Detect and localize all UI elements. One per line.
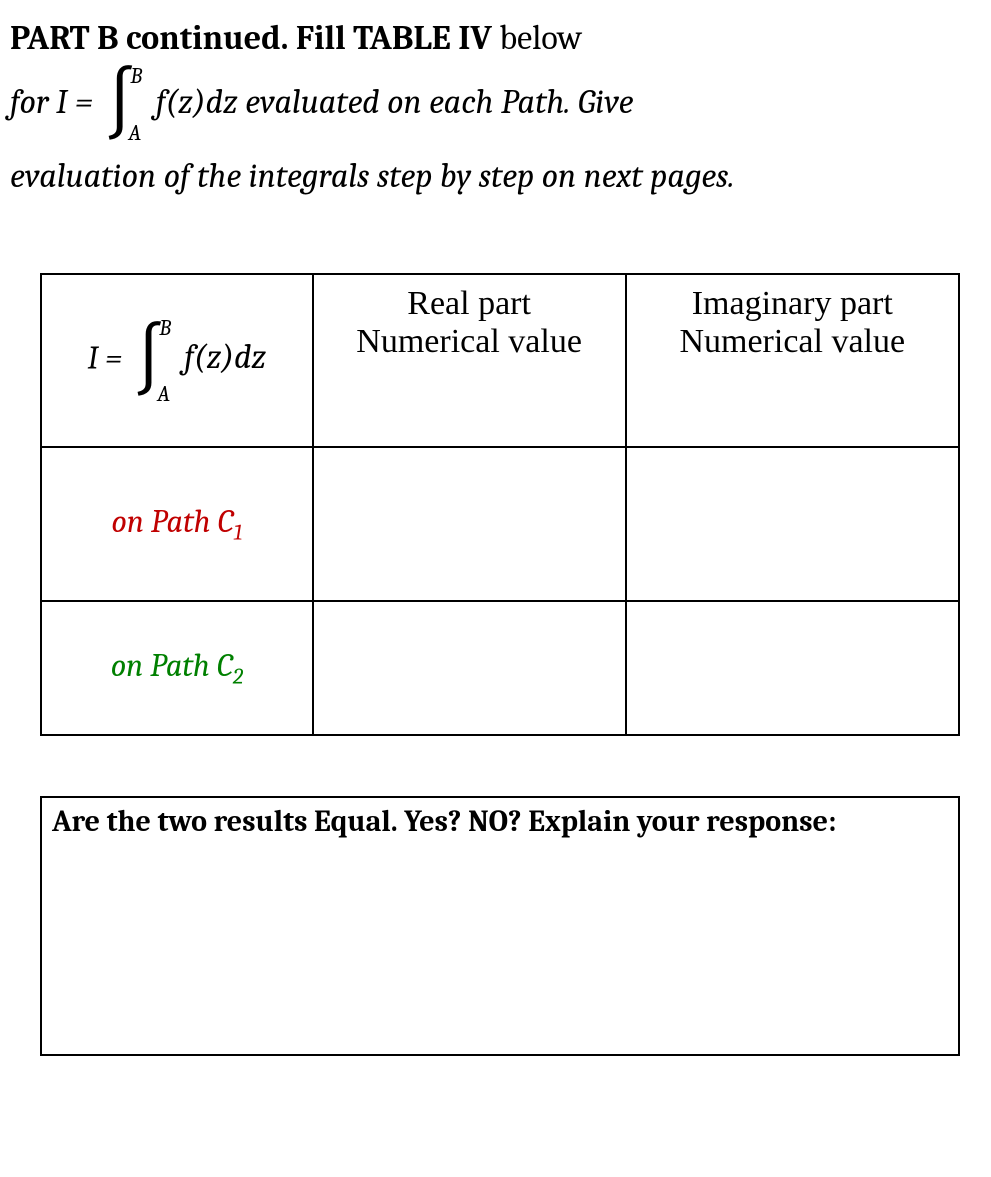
path-c2-label: on Path C2 xyxy=(111,647,243,684)
integral-expression: ∫ B A f(z)dz xyxy=(100,65,237,145)
integral-sign-icon: ∫ B A xyxy=(100,65,140,145)
explain-question: Are the two results Equal. Yes? NO? xyxy=(52,804,522,839)
path-c2-text: on Path C xyxy=(111,647,233,684)
integral-lower-limit: A xyxy=(128,116,141,151)
real-part-label-1: Real part xyxy=(315,285,624,323)
path-c1-label-cell: on Path C1 xyxy=(41,447,313,601)
heading-tail: below xyxy=(492,18,582,58)
table-header-row: I = ∫ B A f(z)dz Real part Numerical val… xyxy=(41,274,959,447)
header-I-equals: I = xyxy=(88,339,130,376)
table-header-imag: Imaginary part Numerical value xyxy=(626,274,959,447)
path-c2-label-cell: on Path C2 xyxy=(41,601,313,735)
table-iv: I = ∫ B A f(z)dz Real part Numerical val… xyxy=(40,273,960,736)
instr-eq: = xyxy=(67,82,100,122)
instruction-block: for I = ∫ B A f(z)dz evaluated on each P… xyxy=(10,65,981,203)
imag-part-label-1: Imaginary part xyxy=(628,285,957,323)
heading-bold: PART B continued. Fill TABLE IV xyxy=(10,18,492,58)
integral-lower-limit: A xyxy=(157,381,170,407)
explain-instruction: Explain your response: xyxy=(522,804,837,839)
integrand: f(z)dz xyxy=(156,82,238,122)
table-header-cell-integral: I = ∫ B A f(z)dz xyxy=(41,274,313,447)
instruction-line-1: for I = ∫ B A f(z)dz evaluated on each P… xyxy=(10,65,981,145)
path-c2-real-cell[interactable] xyxy=(313,601,626,735)
path-c1-text: on Path C xyxy=(111,503,233,540)
path-c2-sub: 2 xyxy=(233,663,243,689)
integral-upper-limit: B xyxy=(130,59,142,94)
integral-sign-icon: ∫ B A xyxy=(129,321,169,401)
imag-part-label-2: Numerical value xyxy=(628,323,957,361)
table-header-real: Real part Numerical value xyxy=(313,274,626,447)
table-row: on Path C2 xyxy=(41,601,959,735)
integral-upper-limit: B xyxy=(159,315,171,341)
explain-prompt: Are the two results Equal. Yes? NO? Expl… xyxy=(52,804,948,839)
path-c1-real-cell[interactable] xyxy=(313,447,626,601)
instruction-line-2: evaluation of the integrals step by step… xyxy=(10,149,981,203)
path-c2-imag-cell[interactable] xyxy=(626,601,959,735)
path-c1-label: on Path C1 xyxy=(111,503,242,540)
table-row: on Path C1 xyxy=(41,447,959,601)
header-integrand: f(z)dz xyxy=(184,337,266,377)
path-c1-imag-cell[interactable] xyxy=(626,447,959,601)
real-part-label-2: Numerical value xyxy=(315,323,624,361)
instr-for: for I xyxy=(10,82,67,122)
section-heading: PART B continued. Fill TABLE IV below xyxy=(10,18,981,59)
instr-post: evaluated on each Path. Give xyxy=(245,82,633,122)
explain-box[interactable]: Are the two results Equal. Yes? NO? Expl… xyxy=(40,796,960,1056)
path-c1-sub: 1 xyxy=(233,519,242,545)
header-integral-expression: I = ∫ B A f(z)dz xyxy=(88,321,267,401)
